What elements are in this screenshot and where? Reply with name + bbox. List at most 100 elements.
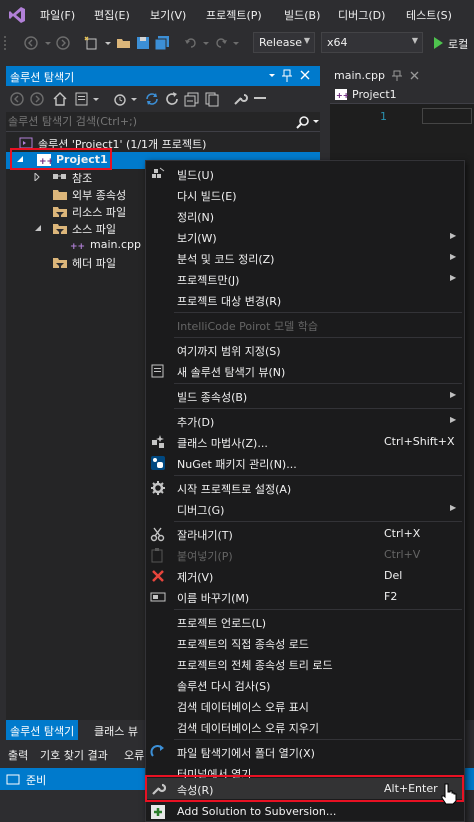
menu-item-add-to-subversion[interactable]: Add Solution to Subversion...	[146, 801, 464, 822]
menu-build[interactable]: 빌드(B)	[284, 7, 320, 23]
menu-item-label: 클래스 마법사(Z)...	[177, 437, 268, 450]
menu-item-label: 프로젝트만(J)	[177, 274, 240, 287]
tab-class-view[interactable]: 클래스 뷰	[90, 720, 142, 740]
menu-item-unload-project[interactable]: 프로젝트 언로드(L)	[146, 611, 464, 632]
switch-views-icon[interactable]	[74, 91, 90, 107]
menu-item-label: Add Solution to Subversion...	[177, 805, 337, 818]
menu-item-nuget[interactable]: NuGet 패키지 관리(N)...	[146, 452, 464, 473]
new-project-icon[interactable]	[84, 36, 100, 50]
menu-item-scope-to-this[interactable]: 여기까지 범위 지정(S)	[146, 339, 464, 360]
menu-item-build-dependencies[interactable]: 빌드 종속성(B) ▶	[146, 385, 464, 406]
tab-output[interactable]: 출력	[4, 744, 32, 764]
solution-search-input[interactable]	[8, 113, 288, 130]
solution-config-select[interactable]: Release ▼	[253, 32, 315, 53]
menu-item-load-dependency-tree[interactable]: 프로젝트의 전체 종속성 트리 로드	[146, 653, 464, 674]
solution-explorer-title: 솔루션 탐색기	[10, 71, 75, 84]
menu-item-load-direct-dependencies[interactable]: 프로젝트의 직접 종속성 로드	[146, 632, 464, 653]
menu-separator	[174, 408, 462, 409]
menu-item-paste[interactable]: 붙여넣기(P) Ctrl+V	[146, 544, 464, 565]
show-all-files-icon[interactable]	[204, 91, 220, 107]
editor-tab-main-cpp[interactable]: main.cpp	[330, 66, 474, 86]
menu-item-intellicode-train[interactable]: IntelliCode Poirot 모델 학습	[146, 314, 464, 335]
status-text: 준비	[26, 774, 47, 787]
menu-item-label: 디버그(G)	[177, 504, 225, 517]
sync-icon[interactable]	[144, 91, 160, 107]
pin-icon[interactable]	[282, 69, 292, 83]
save-icon[interactable]	[136, 36, 150, 50]
menu-item-debug[interactable]: 디버그(G) ▶	[146, 498, 464, 519]
menu-project[interactable]: 프로젝트(P)	[206, 7, 262, 23]
back-icon[interactable]	[24, 36, 38, 50]
menu-item-label: 검색 데이터베이스 오류 지우기	[177, 722, 320, 735]
menu-file[interactable]: 파일(F)	[40, 7, 75, 23]
menu-item-build[interactable]: 빌드(U)	[146, 163, 464, 184]
undo-dropdown-icon[interactable]	[202, 36, 210, 50]
menu-edit[interactable]: 편집(E)	[94, 7, 130, 23]
properties-wrench-icon[interactable]	[232, 91, 248, 107]
search-options-dropdown-icon[interactable]	[312, 118, 320, 126]
scissors-icon	[150, 526, 166, 542]
close-icon[interactable]	[300, 70, 310, 80]
editor-navigation-bar[interactable]: ++ Project1	[330, 86, 474, 104]
forward-icon[interactable]	[30, 92, 44, 106]
pending-filter-dropdown-icon[interactable]	[130, 92, 138, 106]
menu-item-cut[interactable]: 잘라내기(T) Ctrl+X	[146, 523, 464, 544]
search-icon[interactable]	[296, 115, 310, 129]
new-project-dropdown-icon[interactable]	[104, 36, 112, 50]
refresh-icon[interactable]	[164, 91, 180, 107]
play-icon[interactable]	[432, 36, 444, 50]
collapse-all-icon[interactable]	[184, 91, 200, 107]
menu-separator	[174, 383, 462, 384]
menu-item-set-startup[interactable]: 시작 프로젝트로 설정(A)	[146, 477, 464, 498]
project-context-menu: 빌드(U) 다시 빌드(E) 정리(N) 보기(W) ▶ 분석 및 코드 정리(…	[145, 160, 465, 822]
menu-item-show-browse-db-errors[interactable]: 검색 데이터베이스 오류 표시	[146, 695, 464, 716]
close-icon[interactable]	[410, 71, 419, 80]
filter-folder-icon	[52, 204, 68, 218]
menu-item-class-wizard[interactable]: 클래스 마법사(Z)... Ctrl+Shift+X	[146, 431, 464, 452]
open-folder-icon[interactable]	[116, 36, 132, 50]
menu-item-rebuild[interactable]: 다시 빌드(E)	[146, 184, 464, 205]
menu-item-rename[interactable]: 이름 바꾸기(M) F2	[146, 586, 464, 607]
menu-item-add[interactable]: 추가(D) ▶	[146, 410, 464, 431]
menu-item-label: 붙여넣기(P)	[177, 550, 233, 563]
menu-item-view[interactable]: 보기(W) ▶	[146, 226, 464, 247]
pin-icon[interactable]	[392, 70, 402, 82]
home-icon[interactable]	[52, 91, 68, 107]
menu-item-label: 빌드 종속성(B)	[177, 391, 248, 404]
menu-item-remove[interactable]: 제거(V) Del	[146, 565, 464, 586]
visual-studio-logo-icon[interactable]	[8, 6, 26, 24]
chevron-down-icon: ▼	[303, 36, 310, 45]
menu-item-new-solution-explorer-view[interactable]: 새 솔루션 탐색기 뷰(N)	[146, 360, 464, 381]
undo-icon[interactable]	[184, 36, 198, 50]
forward-icon[interactable]	[56, 36, 70, 50]
menu-item-project-only[interactable]: 프로젝트만(J) ▶	[146, 268, 464, 289]
forward-dropdown-icon[interactable]	[44, 36, 52, 50]
solution-explorer-title-bar[interactable]: 솔루션 탐색기	[6, 66, 320, 86]
expanded-triangle-icon	[34, 224, 42, 232]
solution-platform-value: x64	[327, 36, 348, 49]
run-local-label[interactable]: 로컬	[448, 36, 468, 52]
switch-views-dropdown-icon[interactable]	[92, 92, 100, 106]
window-position-dropdown-icon[interactable]	[268, 70, 276, 82]
tab-find-symbol-results[interactable]: 기호 찾기 결과	[36, 744, 112, 764]
save-all-icon[interactable]	[154, 36, 170, 50]
tab-solution-explorer[interactable]: 솔루션 탐색기	[6, 720, 79, 740]
menu-item-clear-browse-db-errors[interactable]: 검색 데이터베이스 오류 지우기	[146, 716, 464, 737]
menu-item-clean[interactable]: 정리(N)	[146, 205, 464, 226]
menu-item-retarget[interactable]: 프로젝트 대상 변경(R)	[146, 289, 464, 310]
pending-changes-filter-icon[interactable]	[112, 91, 128, 107]
menu-view[interactable]: 보기(V)	[150, 7, 186, 23]
menu-item-shortcut: Ctrl+X	[384, 527, 421, 540]
preview-selected-icon[interactable]	[254, 96, 266, 100]
menu-debug[interactable]: 디버그(D)	[338, 7, 385, 23]
menu-item-open-in-file-explorer[interactable]: 파일 탐색기에서 폴더 열기(X)	[146, 741, 464, 762]
redo-dropdown-icon[interactable]	[232, 36, 240, 50]
redo-icon[interactable]	[214, 36, 228, 50]
solution-platform-select[interactable]: x64 ▼	[321, 32, 423, 53]
menu-item-analyze[interactable]: 분석 및 코드 정리(Z) ▶	[146, 247, 464, 268]
menu-item-rescan-solution[interactable]: 솔루션 다시 검사(S)	[146, 674, 464, 695]
nuget-icon	[150, 455, 166, 471]
back-icon[interactable]	[10, 92, 24, 106]
tab-error-list[interactable]: 오류	[120, 744, 148, 764]
menu-test[interactable]: 테스트(S)	[406, 7, 452, 23]
